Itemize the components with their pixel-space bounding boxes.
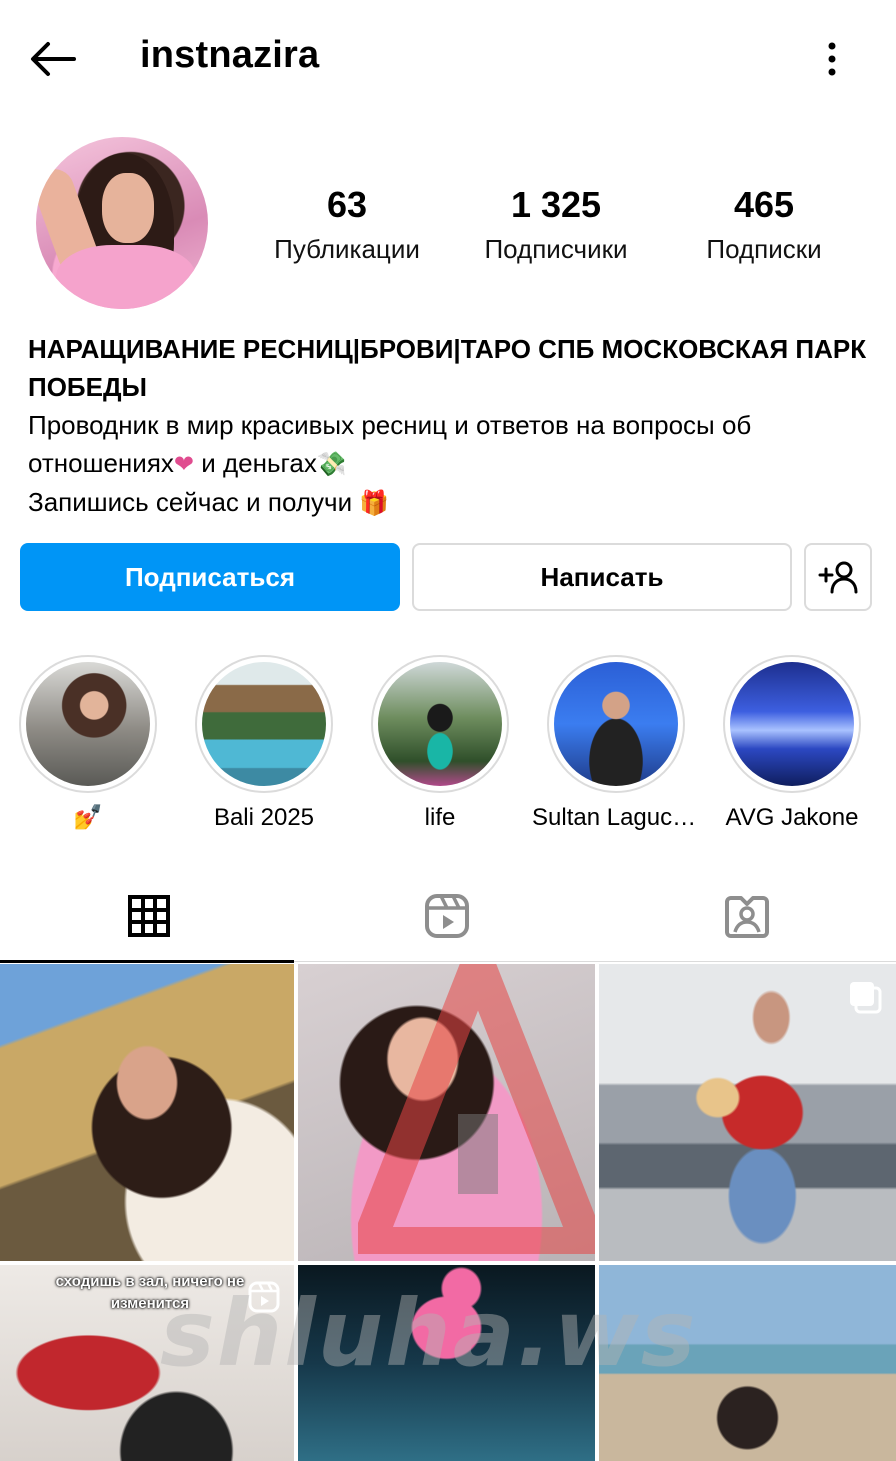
stat-posts[interactable]: 63 Публикации	[262, 183, 432, 271]
stat-followers-count: 1 325	[510, 184, 602, 225]
story-highlights: 💅 Bali 2025 life Sultan Laguch... AVG Ja…	[0, 655, 896, 835]
more-options-button[interactable]	[812, 36, 852, 82]
tab-reels[interactable]	[298, 870, 596, 962]
highlight-item[interactable]: 💅	[0, 655, 176, 833]
profile-tabs	[0, 870, 896, 963]
grid-icon	[128, 895, 170, 937]
highlight-item[interactable]: AVG Jakone	[704, 655, 880, 833]
more-vertical-icon	[828, 42, 836, 76]
tab-tagged[interactable]	[598, 870, 896, 962]
add-person-icon	[818, 561, 858, 594]
stat-following-count: 465	[733, 184, 795, 225]
heart-icon: ❤	[173, 450, 195, 478]
highlight-cover	[378, 662, 502, 786]
highlight-label: Bali 2025	[213, 804, 315, 831]
tab-active-indicator	[0, 960, 294, 963]
watermark-text: shluha.ws	[160, 1280, 698, 1387]
money-icon: 💸	[316, 450, 347, 478]
highlight-cover	[202, 662, 326, 786]
highlight-cover	[554, 662, 678, 786]
stat-following[interactable]: 465 Подписки	[690, 183, 838, 271]
bio-cta: Запишись сейчас и получи 🎁	[28, 483, 878, 522]
watermark-logo	[358, 964, 595, 1254]
post-thumbnail[interactable]	[298, 964, 595, 1261]
profile-username: instnazira	[140, 34, 320, 76]
stat-posts-label: Публикации	[274, 234, 420, 264]
stat-following-label: Подписки	[706, 234, 822, 264]
post-thumbnail[interactable]	[0, 964, 294, 1261]
gift-icon: 🎁	[359, 489, 390, 517]
follow-button[interactable]: Подписаться	[20, 543, 400, 611]
stat-followers[interactable]: 1 325 Подписчики	[470, 183, 642, 271]
highlight-item[interactable]: Sultan Laguch...	[528, 655, 704, 833]
highlight-label: 💅	[73, 804, 103, 831]
tab-posts[interactable]	[0, 870, 298, 963]
highlight-cover	[730, 662, 854, 786]
highlight-item[interactable]: life	[352, 655, 528, 833]
back-button[interactable]	[26, 36, 78, 82]
bio-line-2: Запишись сейчас и получи	[28, 487, 360, 517]
highlight-label: AVG Jakone	[725, 804, 859, 831]
post-thumbnail[interactable]	[599, 964, 896, 1261]
highlight-item[interactable]: Bali 2025	[176, 655, 352, 833]
bio-name: НАРАЩИВАНИЕ РЕСНИЦ|БРОВИ|ТАРО СПБ МОСКОВ…	[28, 334, 867, 402]
suggest-users-button[interactable]	[804, 543, 872, 611]
bio-line-1: Проводник в мир красивых ресниц и ответо…	[28, 410, 752, 478]
multi-photo-icon	[850, 982, 882, 1014]
profile-bio: НАРАЩИВАНИЕ РЕСНИЦ|БРОВИ|ТАРО СПБ МОСКОВ…	[28, 330, 878, 522]
bio-line-1-tail: и деньгах	[194, 448, 317, 478]
reels-icon	[425, 894, 469, 938]
stat-posts-count: 63	[326, 184, 368, 225]
bio-description: Проводник в мир красивых ресниц и ответо…	[28, 406, 878, 483]
message-button[interactable]: Написать	[412, 543, 792, 611]
highlight-label: Sultan Laguch...	[532, 804, 704, 831]
back-arrow-icon	[31, 42, 76, 76]
top-bar: instnazira	[0, 0, 896, 118]
highlight-label: life	[424, 804, 456, 831]
profile-avatar[interactable]	[36, 137, 208, 309]
highlight-cover	[26, 662, 150, 786]
stat-followers-label: Подписчики	[484, 234, 628, 264]
tagged-icon	[725, 896, 769, 938]
